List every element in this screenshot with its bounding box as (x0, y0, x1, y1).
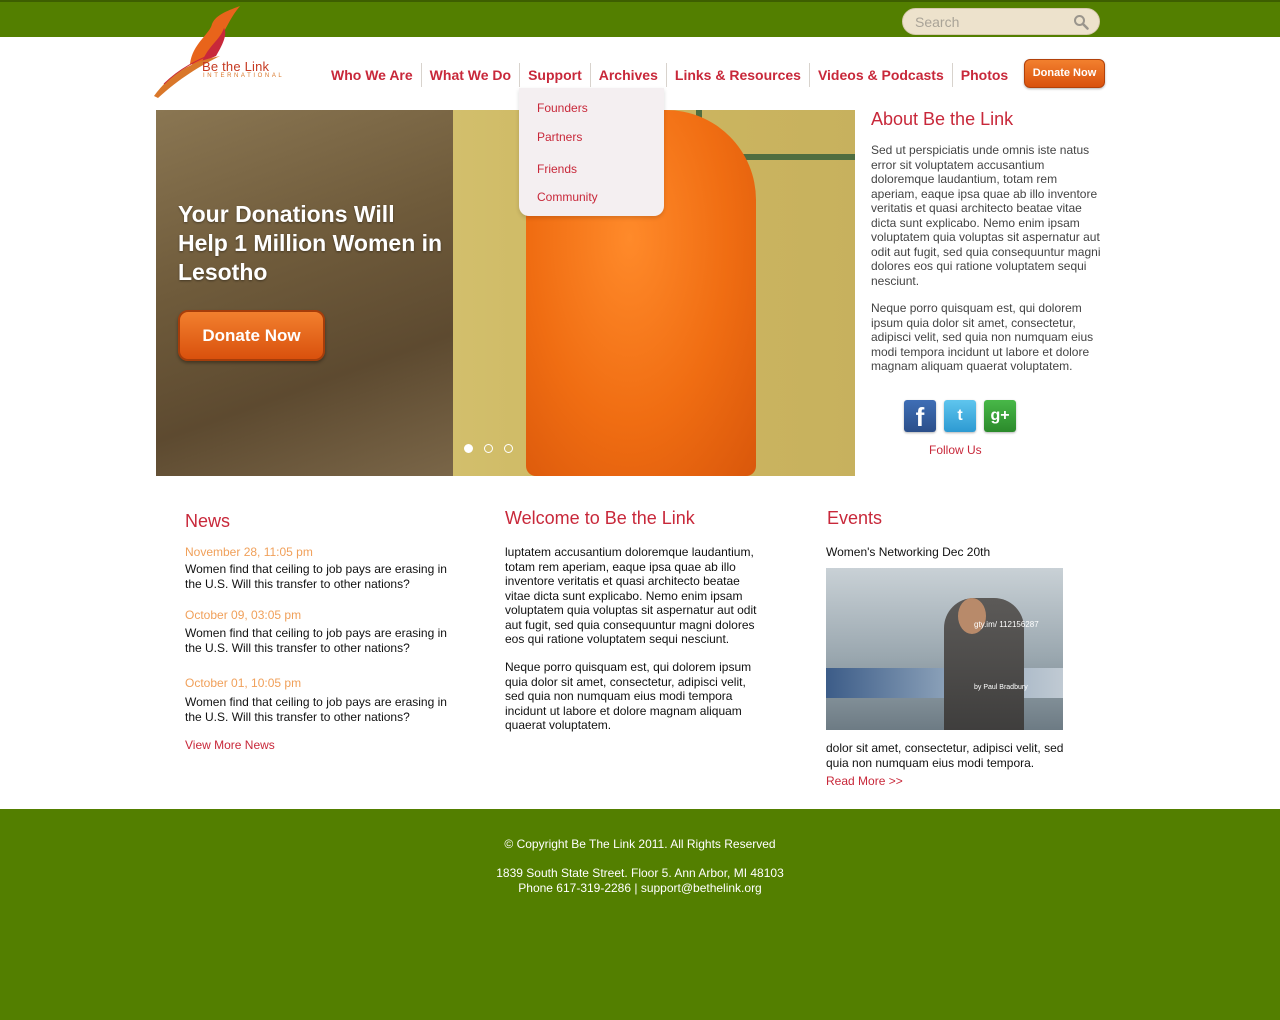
view-more-news-link[interactable]: View More News (185, 738, 275, 752)
read-more-link[interactable]: Read More >> (826, 774, 903, 788)
news-text-3[interactable]: Women find that ceiling to job pays are … (185, 695, 455, 724)
google-plus-icon[interactable]: g+ (984, 400, 1016, 432)
nav-videos-podcasts[interactable]: Videos & Podcasts (810, 63, 953, 87)
nav-what-we-do[interactable]: What We Do (422, 63, 521, 87)
dropdown-item-friends[interactable]: Friends (537, 162, 577, 176)
hero-donate-button[interactable]: Donate Now (178, 310, 325, 361)
welcome-paragraph-1: luptatem accusantium doloremque laudanti… (505, 545, 757, 646)
hero-photo-children (156, 110, 453, 476)
about-paragraph-2: Neque porro quisquam est, qui dolorem ip… (871, 301, 1094, 373)
slider-dot-1[interactable] (464, 444, 473, 453)
facebook-icon[interactable]: f (904, 400, 936, 432)
news-title: News (185, 511, 231, 531)
news-date-2: October 09, 03:05 pm (185, 608, 302, 622)
events-title: Events (827, 508, 883, 528)
hero-slider: Your Donations Will Help 1 Million Women… (156, 110, 855, 476)
nav-support[interactable]: Support (520, 63, 591, 87)
event-heading[interactable]: Women's Networking Dec 20th (826, 545, 990, 559)
logo-text: Be the Link (202, 59, 270, 74)
dropdown-item-partners[interactable]: Partners (537, 130, 582, 144)
hero-headline: Your Donations Will Help 1 Million Women… (178, 201, 443, 285)
news-text-1[interactable]: Women find that ceiling to job pays are … (185, 562, 455, 591)
footer-copyright: © Copyright Be The Link 2011. All Rights… (504, 837, 776, 851)
footer-contact[interactable]: Phone 617-319-2286 | support@bethelink.o… (0, 881, 1280, 895)
about-paragraph-1: Sed ut perspiciatis unde omnis iste natu… (871, 143, 1101, 288)
nav-who-we-are[interactable]: Who We Are (323, 63, 422, 87)
social-links: f t g+ (904, 400, 1016, 432)
follow-us-link[interactable]: Follow Us (929, 443, 982, 457)
nav-photos[interactable]: Photos (953, 63, 1016, 87)
event-text: dolor sit amet, consectetur, adipisci ve… (826, 741, 1064, 770)
slider-dot-2[interactable] (484, 444, 493, 453)
flame-logo-icon (154, 6, 240, 98)
news-date-1: November 28, 11:05 pm (185, 545, 313, 559)
footer: © Copyright Be The Link 2011. All Rights… (0, 809, 1280, 1020)
nav-links-resources[interactable]: Links & Resources (667, 63, 810, 87)
slider-dots (464, 444, 513, 453)
about-title: About Be the Link (871, 109, 1014, 129)
search-input[interactable] (915, 13, 1065, 31)
slider-dot-3[interactable] (504, 444, 513, 453)
search-icon[interactable] (1073, 14, 1089, 30)
dropdown-item-community[interactable]: Community (537, 190, 598, 204)
support-dropdown-menu: Founders Partners Friends Community (519, 88, 664, 216)
news-date-3: October 01, 10:05 pm (185, 676, 302, 690)
footer-address: 1839 South State Street. Floor 5. Ann Ar… (496, 866, 784, 880)
event-image[interactable]: gty.im/ 112156287 by Paul Bradbury (826, 568, 1063, 730)
event-image-watermark: gty.im/ 112156287 (974, 620, 1039, 629)
welcome-title: Welcome to Be the Link (505, 508, 695, 528)
dropdown-item-founders[interactable]: Founders (537, 101, 588, 115)
logo-tagline: INTERNATIONAL (203, 73, 285, 79)
welcome-paragraph-2: Neque porro quisquam est, qui dolorem ip… (505, 660, 752, 732)
donate-now-button[interactable]: Donate Now (1024, 59, 1105, 88)
search-box[interactable] (902, 8, 1100, 35)
main-nav: Who We Are What We Do Support Archives L… (323, 63, 1016, 87)
twitter-icon[interactable]: t (944, 400, 976, 432)
event-image-credit: by Paul Bradbury (974, 684, 1028, 691)
nav-archives[interactable]: Archives (591, 63, 667, 87)
news-text-2[interactable]: Women find that ceiling to job pays are … (185, 626, 455, 655)
